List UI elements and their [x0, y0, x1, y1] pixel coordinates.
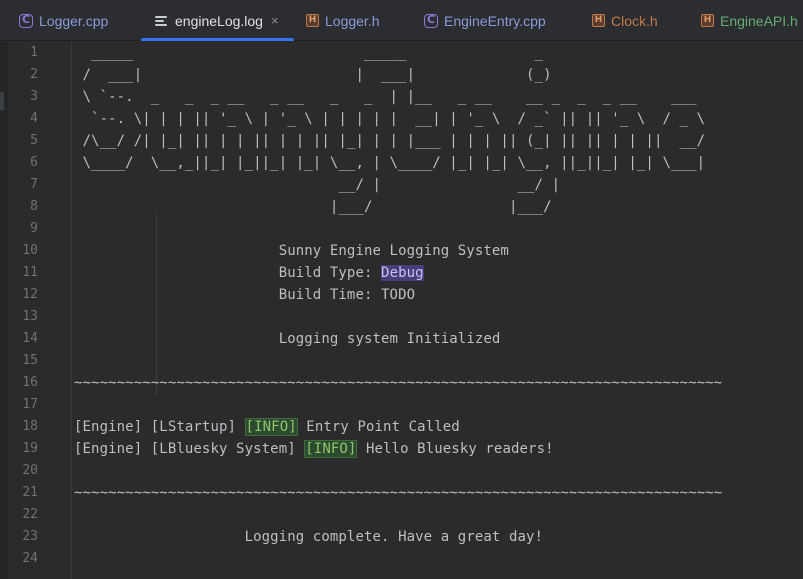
- log-message: Entry Point Called: [297, 419, 460, 435]
- tab-enginelog-log[interactable]: engineLog.log ×: [141, 0, 294, 41]
- header-file-icon: H: [306, 14, 319, 27]
- code-line: __/ | __/ |: [74, 174, 560, 196]
- tab-clock-h[interactable]: H Clock.h: [592, 0, 658, 41]
- code-line-text: _____ _____ _: [74, 45, 544, 61]
- code-line: Build Time: TODO: [74, 284, 415, 306]
- code-line-text: Logging complete. Have a great day!: [74, 529, 544, 545]
- code-line: `--. \| | | || '_ \ | '_ \ | | | | | __|…: [74, 108, 705, 130]
- tab-label: engineLog.log: [175, 12, 263, 29]
- code-line: _____ _____ _: [74, 42, 543, 64]
- left-tool-strip: [0, 42, 8, 579]
- tab-engineapi-h[interactable]: H EngineAPI.h: [701, 0, 798, 41]
- code-line: \ `--. _ _ _ __ _ __ _ _ | |__ _ __ __ _…: [74, 86, 697, 108]
- close-icon[interactable]: ×: [271, 13, 279, 28]
- code-line-text: \____/ \__,_||_| |_||_| |_| \__, | \____…: [74, 155, 706, 171]
- line-number: 19: [22, 441, 38, 456]
- line-number: 7: [30, 177, 38, 192]
- line-number: 17: [22, 397, 38, 412]
- code-line: Logging system Initialized: [74, 328, 501, 350]
- strip-marker: [0, 92, 4, 110]
- line-number: 1: [30, 45, 38, 60]
- line-number: 22: [22, 507, 38, 522]
- code-line-text: Build Time: TODO: [74, 287, 416, 303]
- line-number: 3: [30, 89, 38, 104]
- line-number: 6: [30, 155, 38, 170]
- line-number: 12: [22, 287, 38, 302]
- line-number: 23: [22, 529, 38, 544]
- code-line-text: [Engine] [LStartup]: [74, 419, 245, 435]
- code-line: Build Type: Debug: [74, 262, 424, 284]
- tab-label: Logger.h: [325, 12, 380, 29]
- code-line: ~~~~~~~~~~~~~~~~~~~~~~~~~~~~~~~~~~~~~~~~…: [74, 482, 722, 504]
- tab-engineentry-cpp[interactable]: EngineEntry.cpp: [424, 0, 546, 41]
- code-line-text: /\__/ /| |_| || | | || | | || |_| | | |_…: [74, 133, 706, 149]
- code-line: |___/ |___/: [74, 196, 552, 218]
- code-line: / ___| | ___| (_): [74, 64, 552, 86]
- code-line-text: Sunny Engine Logging System: [74, 243, 509, 259]
- line-number: 16: [22, 375, 38, 390]
- code-line-text: [Engine] [LBluesky System]: [74, 441, 305, 457]
- line-number: 2: [30, 67, 38, 82]
- code-line-text: / ___| | ___| (_): [74, 67, 552, 83]
- code-line: ~~~~~~~~~~~~~~~~~~~~~~~~~~~~~~~~~~~~~~~~…: [74, 372, 722, 394]
- line-number: 24: [22, 551, 38, 566]
- header-file-icon: H: [701, 14, 714, 27]
- code-line-text: ~~~~~~~~~~~~~~~~~~~~~~~~~~~~~~~~~~~~~~~~…: [74, 375, 723, 391]
- code-line-text: ~~~~~~~~~~~~~~~~~~~~~~~~~~~~~~~~~~~~~~~~…: [74, 485, 723, 501]
- tab-label: EngineAPI.h: [720, 12, 798, 29]
- code-line: [Engine] [LStartup] [INFO] Entry Point C…: [74, 416, 460, 438]
- code-line-text: `--. \| | | || '_ \ | '_ \ | | | | | __|…: [74, 111, 706, 127]
- code-line: Logging complete. Have a great day!: [74, 526, 543, 548]
- tab-label: Logger.cpp: [39, 12, 109, 29]
- code-line-text: __/ | __/ |: [74, 177, 561, 193]
- code-line-text: Build Type:: [74, 265, 382, 281]
- line-number: 21: [22, 485, 38, 500]
- line-number: 14: [22, 331, 38, 346]
- info-tag-highlight: [INFO]: [244, 418, 298, 436]
- line-number: 10: [22, 243, 38, 258]
- code-line: /\__/ /| |_| || | | || | | || |_| | | |_…: [74, 130, 706, 152]
- build-type-highlight: Debug: [381, 265, 424, 281]
- line-number: 20: [22, 463, 38, 478]
- code-line-text: \ `--. _ _ _ __ _ __ _ _ | |__ _ __ __ _…: [74, 89, 697, 105]
- line-number-gutter: 1 2 3 4 5 6 7 8 9 10 11 12 13 14 15 16 17 18 19 20 21 22 23 24: [8, 42, 72, 579]
- cpp-file-icon: [19, 13, 33, 28]
- code-line-text: Logging system Initialized: [74, 331, 501, 347]
- cpp-file-icon: [424, 13, 438, 28]
- line-number: 11: [22, 265, 38, 280]
- code-line: Sunny Engine Logging System: [74, 240, 509, 262]
- line-number: 8: [30, 199, 38, 214]
- log-file-icon: [155, 15, 169, 27]
- code-line-text: |___/ |___/: [74, 199, 552, 215]
- code-line: [Engine] [LBluesky System] [INFO] Hello …: [74, 438, 554, 460]
- info-tag-highlight: [INFO]: [304, 440, 358, 458]
- line-number: 18: [22, 419, 38, 434]
- line-number: 9: [30, 221, 38, 236]
- editor-tab-bar: Logger.cpp engineLog.log × H Logger.h En…: [0, 0, 803, 41]
- tab-label: EngineEntry.cpp: [444, 12, 546, 29]
- log-message: Hello Bluesky readers!: [357, 441, 554, 457]
- line-number: 15: [22, 353, 38, 368]
- tab-logger-cpp[interactable]: Logger.cpp: [19, 0, 108, 41]
- tab-logger-h[interactable]: H Logger.h: [306, 0, 380, 41]
- editor-content[interactable]: _____ _____ _ / ___| | ___| (_) \ `--. _…: [74, 42, 803, 579]
- header-file-icon: H: [592, 14, 605, 27]
- line-number: 13: [22, 309, 38, 324]
- line-number: 5: [30, 133, 38, 148]
- code-line: \____/ \__,_||_| |_||_| |_| \__, | \____…: [74, 152, 706, 174]
- tab-label: Clock.h: [611, 12, 658, 29]
- line-number: 4: [30, 111, 38, 126]
- active-tab-indicator: [141, 38, 294, 41]
